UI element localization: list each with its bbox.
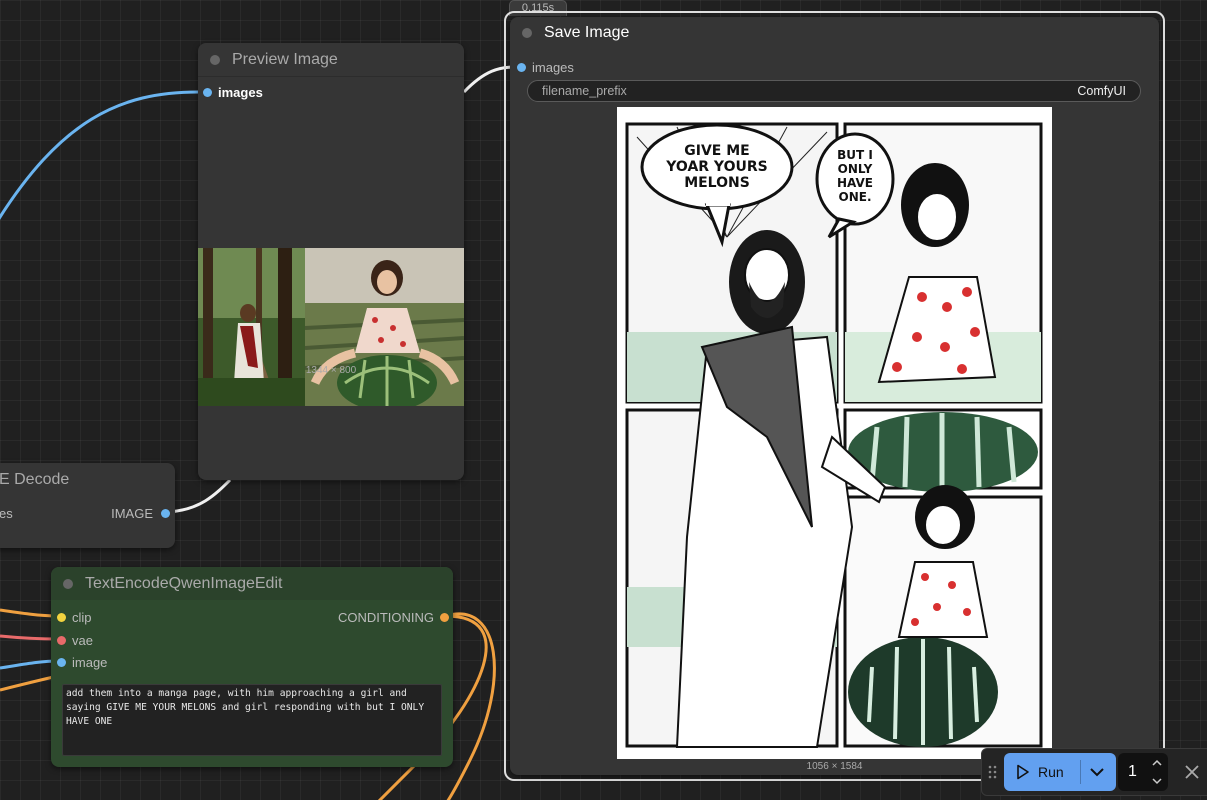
bubble-left-line-3: MELONS [684,175,750,191]
collapse-dot-icon[interactable] [63,578,73,589]
bubble-right-line-4: ONE. [839,190,872,204]
encode-input-clip[interactable]: clip [57,610,92,625]
wire-clip [0,608,59,618]
decode-input-label: es [0,506,13,521]
batch-count-value: 1 [1128,763,1137,780]
save-input-images[interactable]: images [517,60,574,75]
encode-output-label: CONDITIONING [337,610,434,625]
save-input-label: images [532,60,574,75]
bubble-right-line-1: BUT I [837,148,873,162]
wire-vae [0,634,59,641]
bubble-right-line-3: HAVE [837,176,873,190]
output-slot-icon[interactable] [440,613,449,622]
decode-output-image[interactable]: IMAGE [111,506,170,521]
saved-output-image[interactable]: GIVE ME YOAR YOURS MELONS BUT I ONLY HAV… [617,107,1052,759]
decode-node-title[interactable]: E Decode [0,463,175,497]
encode-input-label: clip [72,610,92,625]
stepper-down-icon[interactable] [1152,777,1162,785]
bubble-left-line-1: GIVE ME [684,143,749,159]
chevron-up-icon[interactable] [1152,759,1162,767]
filename-prefix-value: ComfyUI [1077,84,1126,98]
wire-image-to-preview [0,90,199,220]
manga-page-image: GIVE ME YOAR YOURS MELONS BUT I ONLY HAV… [617,107,1052,759]
chevron-down-icon[interactable] [1089,766,1105,778]
decode-title-text: E Decode [0,471,70,488]
encode-input-vae[interactable]: vae [57,633,93,648]
run-separator [1080,760,1081,784]
preview-node-title[interactable]: Preview Image [198,43,464,77]
preview-input-label: images [218,85,263,100]
run-button[interactable]: Run [1004,753,1116,791]
bubble-left-line-2: YOAR YOURS [665,159,767,175]
preview-image-node[interactable]: Preview Image images 1344 × 800 [198,43,464,480]
field-image-icon [305,248,464,406]
encode-node-title[interactable]: TextEncodeQwenImageEdit [51,567,453,600]
save-node-title[interactable]: Save Image [510,17,1159,49]
decode-input-samples[interactable]: es [0,506,13,521]
bubble-right-line-2: ONLY [838,162,873,176]
filename-prefix-widget[interactable]: filename_prefix ComfyUI [527,80,1141,102]
close-icon[interactable] [1185,765,1199,779]
save-title-text: Save Image [544,24,630,41]
wire-image-input [0,659,59,670]
play-icon [1017,764,1029,780]
input-slot-icon[interactable] [203,88,212,97]
collapse-dot-icon[interactable] [522,28,532,38]
run-label: Run [1038,764,1064,780]
preview-title-text: Preview Image [232,50,338,68]
vae-decode-node[interactable]: E Decode es IMAGE [0,463,175,548]
drag-handle-icon[interactable] [988,765,998,779]
preview-thumbnail-jesus[interactable] [198,248,305,406]
run-main-button[interactable]: Run [1004,753,1064,791]
forest-image-icon [198,248,305,406]
prompt-textarea[interactable]: add them into a manga page, with him app… [62,684,442,756]
collapse-dot-icon[interactable] [210,54,220,65]
preview-input-images[interactable]: images [203,85,263,100]
preview-thumbnail-girl[interactable] [305,248,464,406]
input-slot-icon[interactable] [57,636,66,645]
wire-decode-to-preview [167,478,232,514]
filename-prefix-label: filename_prefix [542,84,627,98]
decode-output-label: IMAGE [111,506,153,521]
encode-output-conditioning[interactable]: CONDITIONING [338,610,449,625]
input-slot-icon[interactable] [57,658,66,667]
input-slot-icon[interactable] [517,63,526,72]
preview-image-dimensions: 1344 × 800 [305,365,357,376]
output-slot-icon[interactable] [161,509,170,518]
encode-input-label: image [72,655,108,670]
encode-title-text: TextEncodeQwenImageEdit [85,574,283,592]
input-slot-icon[interactable] [57,613,66,622]
encode-input-image[interactable]: image [57,655,107,670]
run-toolbar: Run 1 [981,748,1207,796]
wire-orange-extra [0,674,59,692]
batch-count-input[interactable]: 1 [1118,753,1168,791]
encode-input-label: vae [72,633,93,648]
text-encode-qwen-node[interactable]: TextEncodeQwenImageEdit clip vae image C… [51,567,453,767]
